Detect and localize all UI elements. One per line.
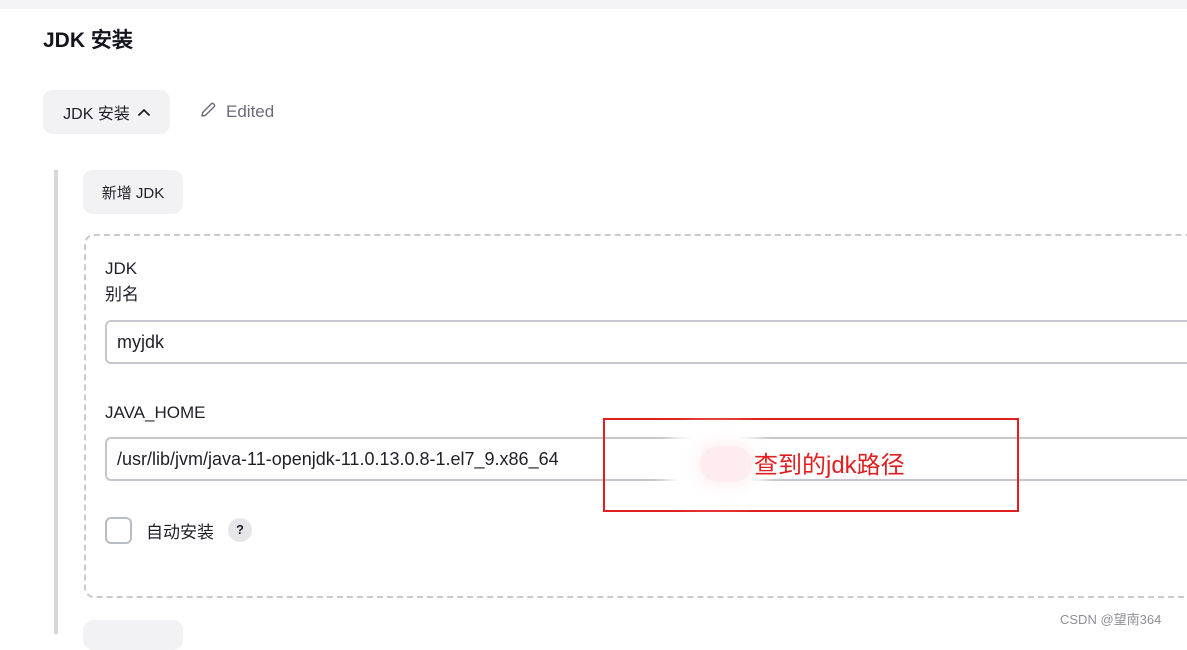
help-icon[interactable]: ? (228, 518, 252, 542)
edited-label: Edited (226, 102, 275, 121)
pencil-icon (199, 101, 217, 124)
watermark: CSDN @望南364 (1060, 612, 1162, 627)
nesting-line (54, 170, 58, 634)
annotation-text: 查到的jdk路径 (754, 452, 905, 479)
alias-input[interactable] (105, 320, 1187, 364)
top-bar (0, 0, 1187, 9)
alias-label: 别名 (105, 285, 139, 304)
jdk-installation-panel (84, 234, 1187, 598)
toggle-button-label: JDK 安装 (63, 106, 130, 123)
chevron-up-icon (137, 108, 150, 116)
auto-install-checkbox[interactable] (105, 517, 132, 544)
edited-indicator: Edited (199, 101, 274, 123)
next-button-partial[interactable] (83, 620, 183, 650)
jdk-heading: JDK (105, 259, 138, 278)
java-home-label: JAVA_HOME (105, 403, 206, 422)
add-jdk-button[interactable]: 新增 JDK (83, 170, 183, 214)
auto-install-label: 自动安装 (146, 523, 214, 542)
annotation-blur-tint (700, 446, 752, 482)
section-title: JDK 安装 (43, 29, 133, 52)
jdk-install-toggle-button[interactable]: JDK 安装 (43, 90, 170, 134)
